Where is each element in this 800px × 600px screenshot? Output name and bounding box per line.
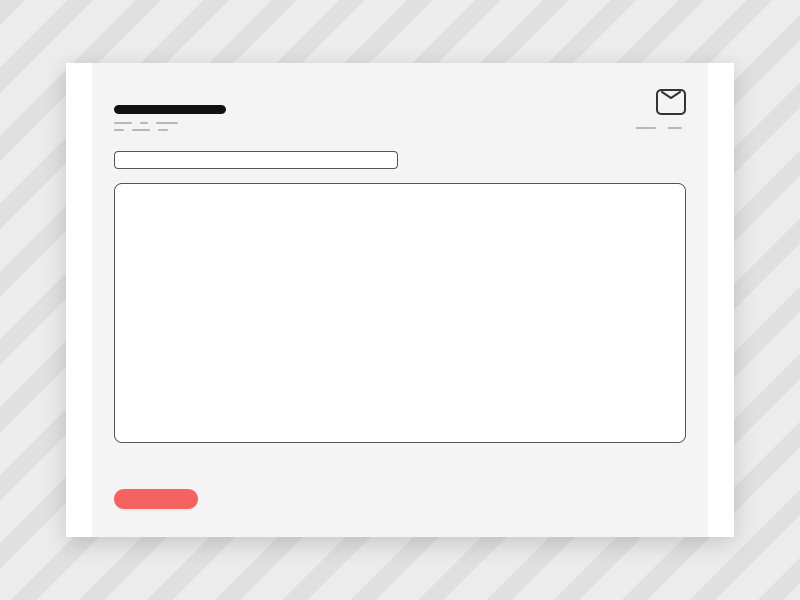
meta-chip (114, 122, 132, 124)
mail-icon[interactable] (656, 89, 686, 115)
body-textarea[interactable] (114, 183, 686, 443)
meta-chip (158, 129, 168, 131)
meta-chip (132, 129, 150, 131)
meta-chip (156, 122, 178, 124)
meta-right (636, 127, 682, 129)
meta-chip (668, 127, 682, 129)
meta-chip (140, 122, 148, 124)
subject-input[interactable] (114, 151, 398, 169)
sheet-edge-right (708, 63, 734, 537)
compose-content (114, 99, 686, 513)
compose-card (66, 63, 734, 537)
page-title (114, 105, 226, 114)
meta-chip (636, 127, 656, 129)
send-button[interactable] (114, 489, 198, 509)
sheet-edge-left (66, 63, 92, 537)
meta-row-1 (114, 122, 686, 124)
meta-row-2 (114, 129, 686, 131)
meta-chip (114, 129, 124, 131)
